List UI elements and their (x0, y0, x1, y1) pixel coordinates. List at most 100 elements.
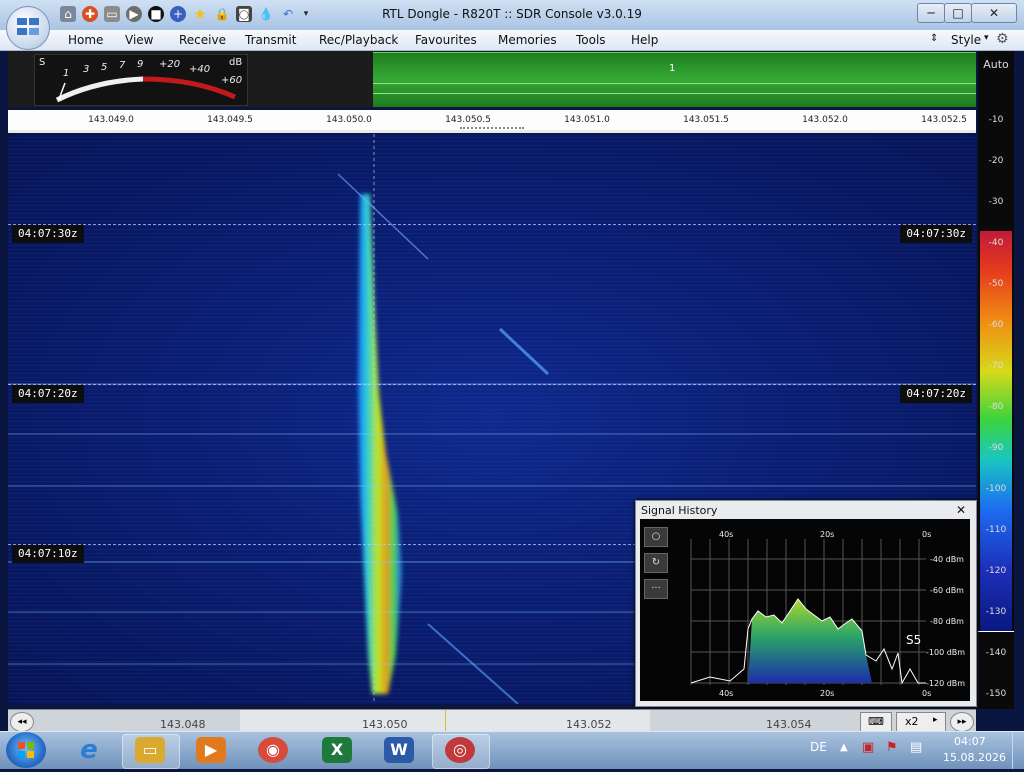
menu-transmit[interactable]: Transmit (245, 33, 296, 47)
signal-history-title: Signal History (641, 504, 718, 517)
chrome-icon[interactable]: ◉ (258, 737, 288, 763)
frequency-scroller[interactable]: ◂◂ 143.048 143.050 143.052 143.054 ⌨ x2 … (8, 709, 976, 732)
taskbar-button-sdr-console[interactable]: ◎ (432, 734, 490, 769)
smeter-tick: 9 (137, 59, 144, 70)
scale-divider (978, 631, 1014, 632)
dbm-tick: -40 dBm (930, 555, 964, 564)
plus-icon[interactable]: + (170, 6, 186, 22)
level-tick: -80 (988, 402, 1004, 412)
style-menu[interactable]: Style (951, 33, 981, 47)
ribbon-menu-bar: Home View Receive Transmit Rec/Playback … (0, 30, 1024, 51)
keyboard-icon[interactable]: ⌨ (860, 712, 892, 732)
timestamp-label-left: 04:07:30z (12, 225, 84, 243)
lifebuoy-icon[interactable]: ✚ (82, 6, 98, 22)
power-icon[interactable]: ▤ (910, 740, 922, 755)
smeter-tick: 3 (83, 64, 90, 75)
scroll-right-icon[interactable]: ▸▸ (950, 712, 974, 732)
level-tick: -150 (985, 689, 1007, 699)
zoom-level: x2 (905, 715, 919, 728)
time-tick-bottom: 20s (820, 689, 835, 698)
start-button[interactable] (6, 732, 46, 768)
time-tick-bottom: 40s (719, 689, 734, 698)
excel-icon[interactable]: X (322, 737, 352, 763)
dbm-tick: -80 dBm (930, 617, 964, 626)
menu-memories[interactable]: Memories (498, 33, 557, 47)
smeter-tick: +20 (159, 59, 181, 70)
freq-tick: 143.049.5 (207, 115, 253, 125)
timestamp-line (8, 224, 976, 225)
level-tick: -30 (988, 197, 1004, 207)
menu-view[interactable]: View (125, 33, 153, 47)
s-label: S (39, 57, 46, 68)
show-hidden-icons-icon[interactable]: ▲ (840, 742, 848, 753)
style-dropdown-icon[interactable]: ▾ (984, 33, 989, 43)
level-tick: -100 (985, 484, 1007, 494)
scroll-left-icon[interactable]: ◂◂ (10, 712, 34, 732)
auto-label[interactable]: Auto (978, 58, 1014, 71)
level-tick: -90 (988, 443, 1004, 453)
splitter-grip[interactable] (460, 127, 524, 129)
scale-tick: 143.052 (566, 718, 612, 731)
timestamp-label-left: 04:07:20z (12, 385, 84, 403)
menu-rec-playback[interactable]: Rec/Playback (319, 33, 398, 47)
media-player-icon[interactable]: ▶ (196, 737, 226, 763)
signal-history-graph (690, 539, 926, 685)
star-icon[interactable]: ★ (192, 6, 208, 22)
menu-home[interactable]: Home (68, 33, 103, 47)
freq-tick: 143.049.0 (88, 115, 134, 125)
freq-tick: 143.052.5 (921, 115, 967, 125)
dbm-tick: -120 dBm (926, 679, 966, 688)
style-arrows-icon[interactable]: ⇕ (930, 33, 938, 44)
camera-icon[interactable]: ◙ (236, 6, 252, 22)
menu-receive[interactable]: Receive (179, 33, 226, 47)
sdr-console-icon: ◎ (445, 737, 475, 763)
menu-tools[interactable]: Tools (576, 33, 606, 47)
home-icon[interactable]: ⌂ (60, 6, 76, 22)
vfo-bandwidth-highlight[interactable]: 1 (373, 52, 976, 107)
clock-time[interactable]: 04:07 (954, 735, 986, 748)
word-icon[interactable]: W (384, 737, 414, 763)
play-icon[interactable]: ▶ (126, 6, 142, 22)
timestamp-label-right: 04:07:30z (900, 225, 972, 243)
vfo-marker: 1 (669, 63, 676, 74)
timestamp-label-left: 04:07:10z (12, 545, 84, 563)
smeter-tick: 5 (101, 62, 108, 73)
close-icon[interactable]: ✕ (956, 503, 966, 517)
gear-icon[interactable]: ⚙ (996, 31, 1009, 47)
menu-help[interactable]: Help (631, 33, 658, 47)
maximize-button[interactable]: □ (944, 3, 972, 23)
taskbar: e ▭ ▶ ◉ X W ◎ DE ▲ ▣ ⚑ ▤ 04:07 15.08.202… (0, 731, 1024, 769)
signal-history-panel: Signal History ✕ ○ ↻ ··· 40s 20s 0s 40s … (635, 500, 977, 707)
dropdown-icon[interactable]: ▾ (298, 6, 314, 22)
lock-icon[interactable]: 🔒 (214, 6, 230, 22)
time-tick-top: 40s (719, 530, 734, 539)
menu-favourites[interactable]: Favourites (415, 33, 477, 47)
level-tick: -60 (988, 320, 1004, 330)
level-tick: -50 (988, 279, 1004, 289)
clock-date[interactable]: 15.08.2026 (943, 751, 1006, 764)
smeter-tick: +40 (189, 64, 211, 75)
internet-explorer-icon[interactable]: e (74, 737, 104, 763)
taskbar-button-file-explorer[interactable]: ▭ (122, 734, 180, 769)
language-indicator[interactable]: DE (810, 740, 827, 754)
frequency-ruler[interactable]: 143.049.0 143.049.5 143.050.0 143.050.5 … (8, 110, 976, 133)
zoom-control[interactable]: x2 ▸ (896, 712, 946, 732)
s-reading: S5 (906, 633, 922, 647)
application-menu-button[interactable] (6, 6, 50, 50)
action-center-icon[interactable]: ⚑ (886, 740, 898, 755)
undo-icon[interactable]: ↶ (280, 6, 296, 22)
minimize-button[interactable]: ─ (917, 3, 945, 23)
dbm-tick: -100 dBm (926, 648, 966, 657)
network-alert-icon[interactable]: ▣ (862, 740, 874, 755)
timestamp-label-right: 04:07:20z (900, 385, 972, 403)
level-tick: -120 (985, 566, 1007, 576)
close-button[interactable]: ✕ (971, 3, 1017, 23)
stop-icon[interactable]: ■ (148, 6, 164, 22)
drop-icon[interactable]: 💧 (258, 6, 274, 22)
scale-tick: 143.048 (160, 718, 206, 731)
windows-logo-icon (18, 742, 34, 758)
folder-icon[interactable]: ▭ (104, 6, 120, 22)
scale-tick: 143.050 (362, 718, 408, 731)
file-explorer-icon: ▭ (135, 737, 165, 763)
show-desktop-button[interactable] (1012, 732, 1024, 769)
